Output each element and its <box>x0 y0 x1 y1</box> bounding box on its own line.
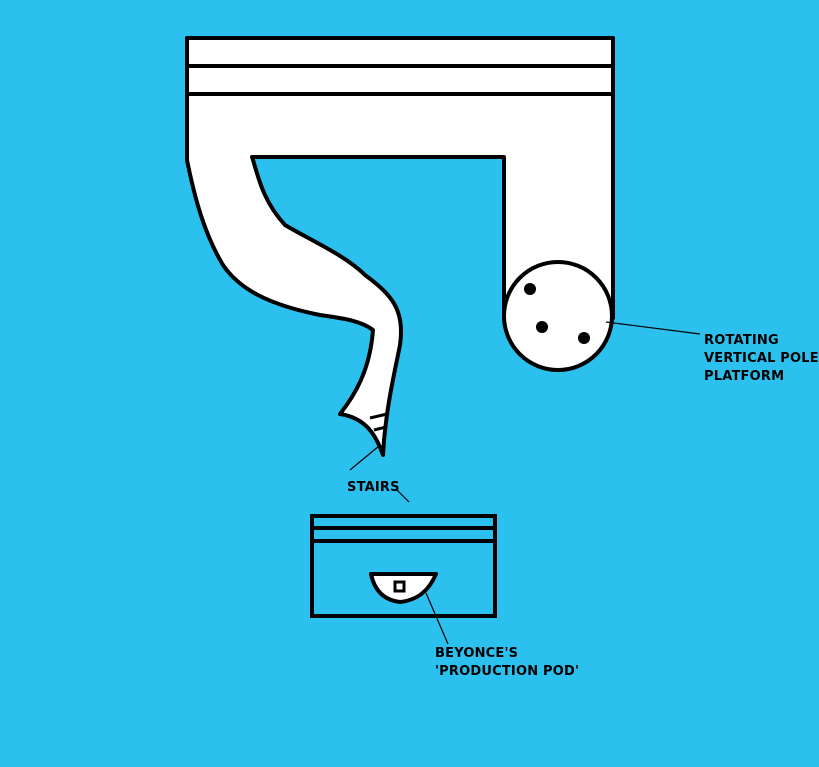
vertical-pole-dot-2 <box>536 321 548 333</box>
leader-line-stairs-1 <box>349 445 380 471</box>
pod-label-line-1: BEYONCE'S <box>435 646 519 661</box>
vertical-pole-dot-1 <box>524 283 536 295</box>
rotating-label-line-1: ROTATING <box>704 333 779 348</box>
vertical-pole-dot-3 <box>578 332 590 344</box>
rotating-label-line-3: PLATFORM <box>704 369 785 384</box>
rotating-platform-circle <box>502 260 614 372</box>
stage-layout-drawing <box>185 36 701 645</box>
main-stage-structure <box>185 36 615 457</box>
rotating-label-line-2: VERTICAL POLE <box>704 351 819 366</box>
leader-line-rotating <box>605 321 701 335</box>
production-pod-center <box>393 580 406 593</box>
production-pod-label: BEYONCE'S 'PRODUCTION POD' <box>435 645 579 681</box>
rotating-platform-label: ROTATING VERTICAL POLE PLATFORM <box>704 332 819 386</box>
stage-diagram: ROTATING VERTICAL POLE PLATFORM STAIRS B… <box>0 0 819 767</box>
stairs-label: STAIRS <box>347 480 400 495</box>
pod-label-line-2: 'PRODUCTION POD' <box>435 664 580 679</box>
